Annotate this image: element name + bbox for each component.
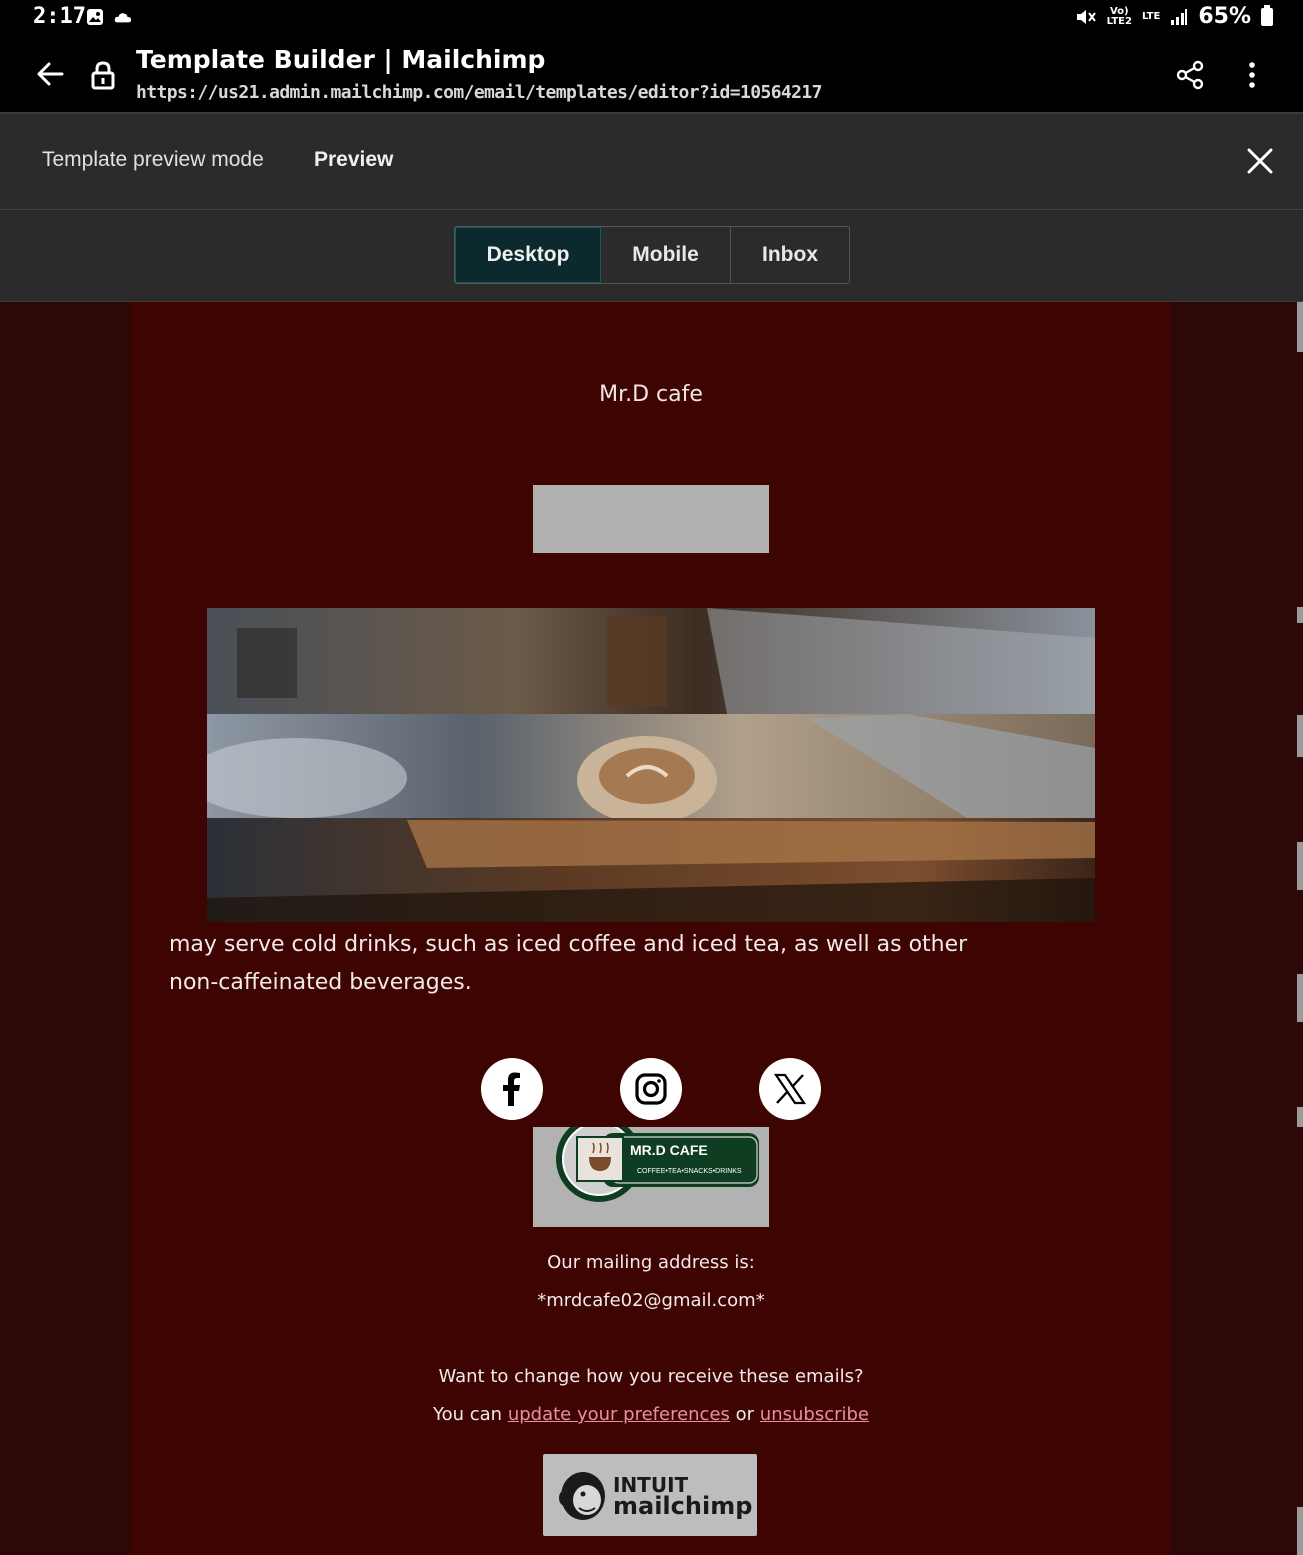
back-arrow-icon[interactable] [34, 58, 66, 90]
body-text-line-1: may serve cold drinks, such as iced coff… [169, 932, 968, 957]
update-preferences-link[interactable]: update your preferences [508, 1404, 730, 1425]
cloud-icon [114, 13, 132, 23]
status-time: 2:17 [33, 4, 86, 29]
change-question: Want to change how you receive these ema… [438, 1366, 864, 1387]
mailchimp-badge[interactable]: INTUIT mailchimp [543, 1454, 757, 1536]
cafe-logo-graphic: MR.D CAFE COFFEE•TEA•SNACKS•DRINKS [556, 1127, 759, 1202]
x-icon[interactable] [759, 1058, 821, 1120]
device-tab-bar: Desktop Mobile Inbox [0, 210, 1303, 302]
url-text[interactable]: https://us21.admin.mailchimp.com/email/t… [136, 82, 822, 103]
hero-coffee-image [207, 608, 1095, 922]
image-placeholder [533, 485, 769, 553]
scrollbar[interactable] [1295, 302, 1303, 1555]
volte-bottom: LTE2 [1106, 15, 1132, 27]
mailchimp-logo: INTUIT mailchimp [559, 1472, 752, 1520]
browser-toolbar: Template Builder | Mailchimp https://us2… [0, 40, 1303, 114]
scrollbar-marker [1297, 974, 1303, 1022]
unsubscribe-link[interactable]: unsubscribe [760, 1404, 869, 1425]
signal-icon [1171, 8, 1188, 25]
facebook-icon[interactable] [481, 1058, 543, 1120]
social-links [481, 1058, 821, 1122]
lock-icon[interactable] [90, 60, 116, 90]
you-can-text: You can [432, 1404, 503, 1425]
preferences-line: You can update your preferences or unsub… [131, 1404, 1171, 1425]
mailing-email: *mrdcafe02@gmail.com* [537, 1290, 765, 1311]
badge-bottom-text: mailchimp [613, 1492, 752, 1520]
scrollbar-marker [1297, 607, 1303, 623]
brand-name: Mr.D cafe [599, 382, 703, 407]
scrollbar-marker [1297, 715, 1303, 757]
email-body-text: may serve cold drinks, such as iced coff… [169, 926, 1099, 1002]
scrollbar-marker [1297, 1107, 1303, 1127]
status-right: Vo) LTE2 LTE 65% [1075, 4, 1273, 29]
battery-percent: 65% [1198, 4, 1251, 29]
mute-icon [1076, 9, 1096, 24]
close-icon[interactable] [1245, 146, 1275, 176]
tab-desktop[interactable]: Desktop [455, 227, 601, 283]
cafe-logo: MR.D CAFE COFFEE•TEA•SNACKS•DRINKS [533, 1127, 769, 1227]
tab-inbox[interactable]: Inbox [731, 227, 849, 283]
preview-label: Preview [314, 148, 394, 171]
tab-mobile[interactable]: Mobile [601, 227, 731, 283]
preview-mode-label: Template preview mode [42, 148, 264, 171]
status-bar: 2:17 Vo) LTE2 LTE 65% [0, 0, 1303, 40]
logo-subtitle: COFFEE•TEA•SNACKS•DRINKS [637, 1168, 742, 1175]
body-text-line-2: non-caffeinated beverages. [169, 970, 472, 995]
volte-indicator: Vo) LTE2 [1106, 6, 1132, 27]
logo-title: MR.D CAFE [630, 1142, 708, 1158]
device-tabs: Desktop Mobile Inbox [454, 226, 850, 284]
instagram-icon[interactable] [620, 1058, 682, 1120]
status-left-icons [86, 8, 132, 26]
scrollbar-marker [1297, 1507, 1303, 1555]
gallery-icon [87, 9, 103, 25]
more-vertical-icon[interactable] [1240, 60, 1264, 90]
or-text: or [735, 1404, 755, 1425]
email-body: Mr.D cafe may serve cold drinks, such as… [131, 302, 1171, 1555]
scrollbar-thumb[interactable] [1297, 302, 1303, 352]
page-title: Template Builder | Mailchimp [136, 45, 546, 74]
lte-indicator: LTE [1141, 10, 1161, 22]
battery-icon [1261, 4, 1273, 26]
preview-header: Template preview mode Preview [0, 114, 1303, 210]
scrollbar-marker [1297, 842, 1303, 890]
mailing-label: Our mailing address is: [547, 1252, 755, 1273]
share-icon[interactable] [1176, 60, 1204, 90]
preview-canvas: Mr.D cafe may serve cold drinks, such as… [0, 302, 1303, 1555]
